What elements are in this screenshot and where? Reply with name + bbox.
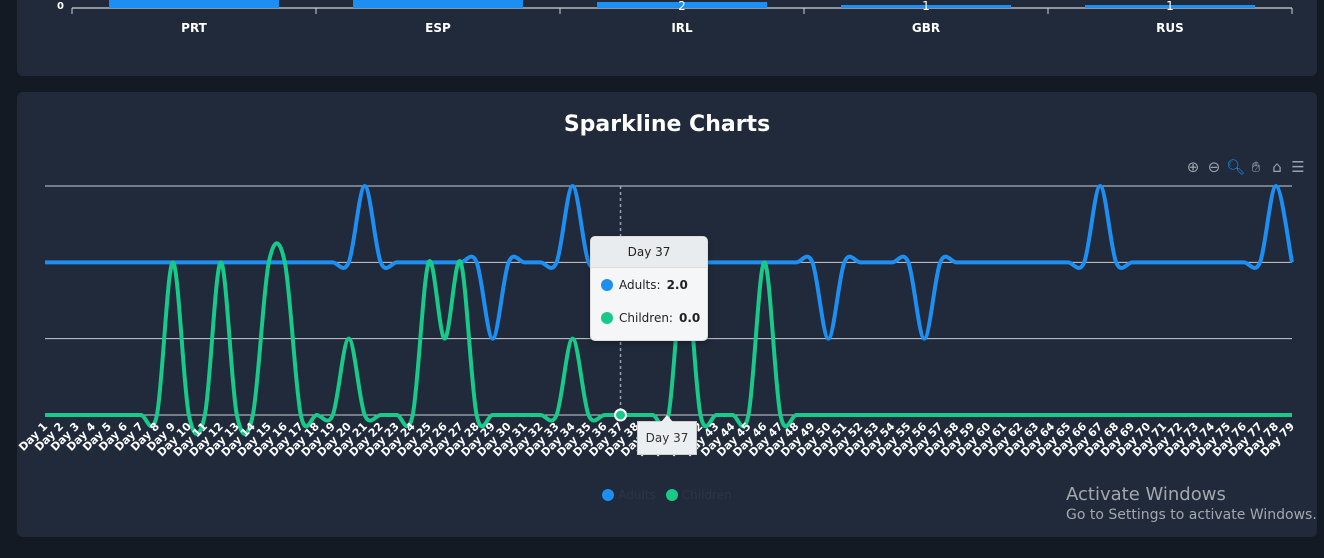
data-label-RUS: 1 [1166, 0, 1174, 13]
category-label-PRT: PRT [181, 21, 207, 35]
tooltip-row-adults: Adults: 2.0 [591, 268, 707, 301]
category-label-ESP: ESP [425, 21, 451, 35]
tooltip-children-marker [601, 311, 613, 324]
data-tooltip: Day 37 Adults: 2.0 Children: 0.0 [590, 236, 708, 341]
data-label-IRL: 2 [678, 0, 686, 13]
top-bar-chart-card: 0 PRT ESP 2 IRL 1 GBR 1 RUS [17, 0, 1317, 76]
legend-item-adults[interactable]: Adults [602, 488, 656, 502]
bar-PRT [109, 0, 279, 8]
tooltip-adults-marker [601, 278, 613, 291]
bar-ESP [353, 0, 523, 8]
tooltip-row-children: Children: 0.0 [591, 301, 707, 334]
category-label-RUS: RUS [1156, 21, 1184, 35]
legend-adults-label: Adults [618, 488, 656, 502]
category-label-IRL: IRL [671, 21, 693, 35]
tooltip-adults-label: Adults: [619, 277, 661, 292]
top-bar-chart: 0 PRT ESP 2 IRL 1 GBR 1 RUS [57, 0, 1293, 35]
hover-marker-children [614, 408, 628, 422]
data-label-GBR: 1 [922, 0, 930, 13]
tooltip-adults-value: 2.0 [666, 277, 688, 292]
sparkline-chart-card: Sparkline Charts ⊕ ⊖ 🔍︎ ✋︎ ⌂ ☰ Day 1 Day … [16, 92, 1317, 537]
y-tick-label: 0 [57, 1, 64, 12]
tooltip-children-label: Children: [619, 310, 673, 325]
tooltip-header: Day 37 [591, 237, 707, 268]
xaxis-tooltip: Day 37 [637, 415, 697, 455]
tooltip-children-value: 0.0 [678, 310, 701, 325]
category-label-GBR: GBR [912, 21, 940, 35]
watermark-subtitle: Go to Settings to activate Windows. [1066, 507, 1317, 523]
activate-windows-watermark: Activate Windows Go to Settings to activ… [1066, 484, 1317, 523]
legend-item-children[interactable]: Children [665, 488, 732, 502]
watermark-title: Activate Windows [1066, 484, 1226, 505]
legend-children-label: Children [681, 488, 732, 502]
legend-adults-marker [602, 489, 615, 501]
legend-children-marker [665, 489, 678, 501]
